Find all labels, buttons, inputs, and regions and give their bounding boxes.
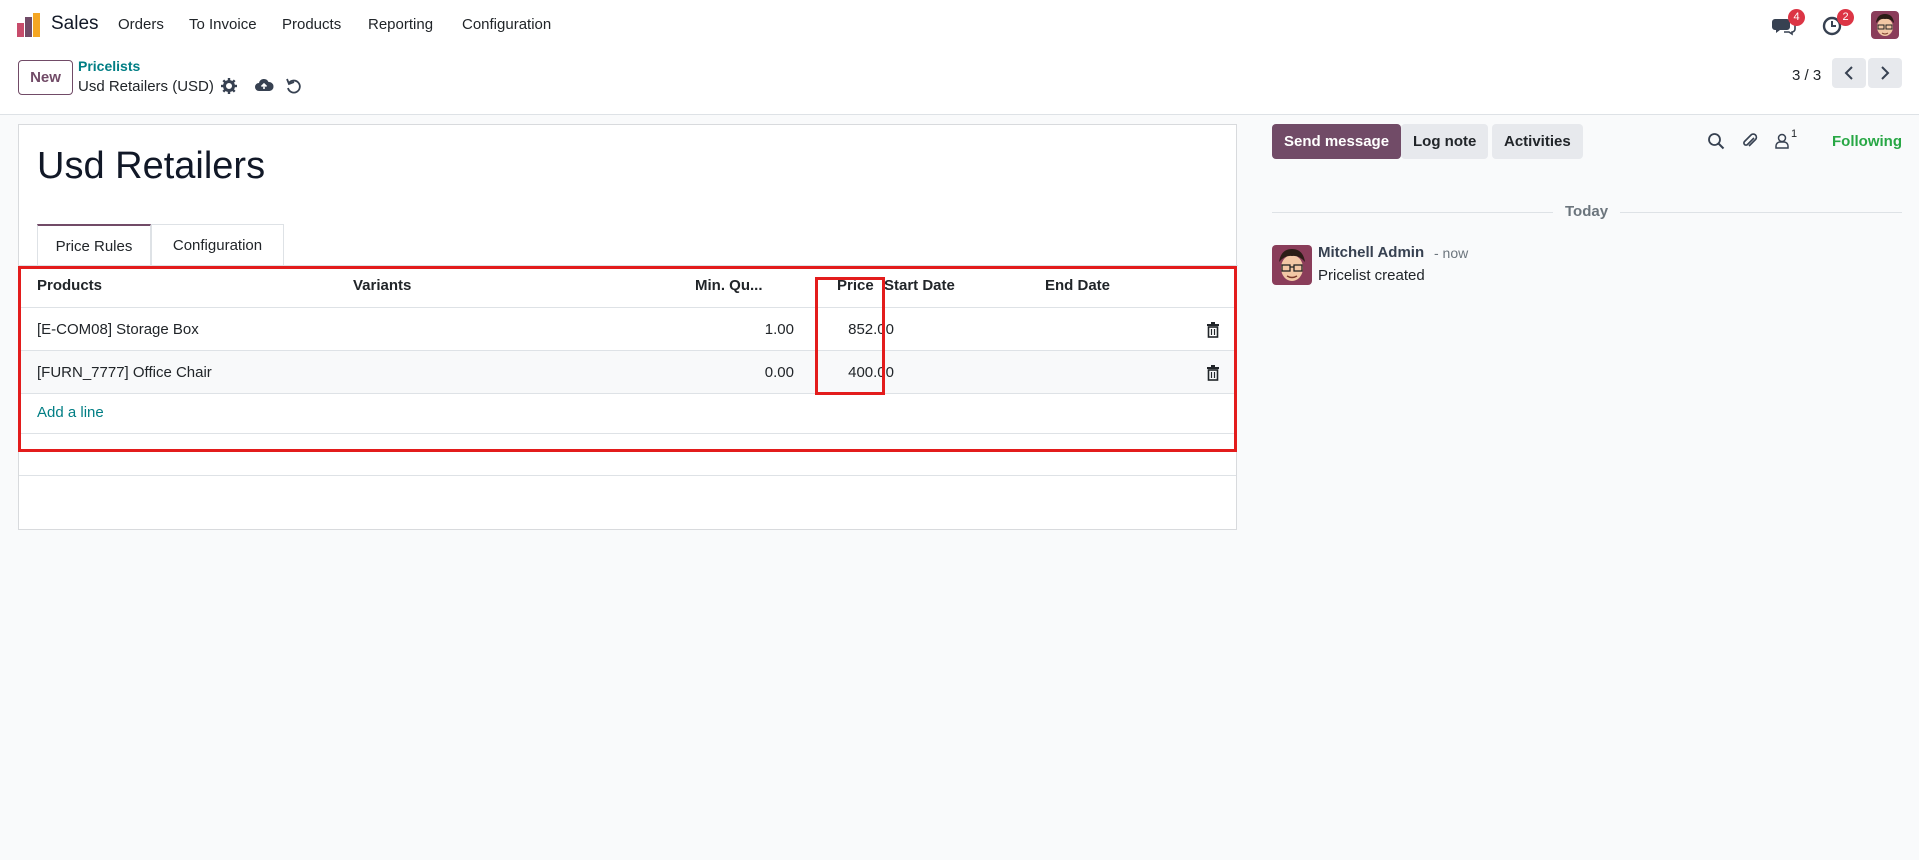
app-logo-icon[interactable] [16,12,42,38]
add-line-row: Add a line [19,393,1236,434]
user-icon [1775,133,1789,149]
message-time: - now [1434,245,1469,261]
breadcrumb-current: Usd Retailers (USD) [78,78,214,95]
gear-icon[interactable] [220,77,238,95]
pager-previous-button[interactable] [1832,58,1866,88]
send-message-button[interactable]: Send message [1272,124,1402,159]
table-row[interactable]: [FURN_7777] Office Chair 0.00 400.00 [19,351,1236,394]
user-avatar[interactable] [1871,11,1899,39]
tab-configuration[interactable]: Configuration [151,224,284,266]
column-price[interactable]: Price [837,266,874,306]
new-button[interactable]: New [18,60,73,95]
app-name[interactable]: Sales [51,13,99,35]
form-sheet: Usd Retailers Price Rules Configuration … [18,124,1238,530]
sheet-divider [19,475,1236,476]
trash-icon[interactable] [1206,322,1220,338]
cloud-upload-icon[interactable] [254,77,274,95]
cell-price[interactable]: 400.00 [799,351,894,394]
pager-next-button[interactable] [1868,58,1902,88]
undo-icon[interactable] [285,77,303,95]
column-products[interactable]: Products [37,266,102,306]
message-avatar[interactable] [1272,245,1312,285]
control-panel: New Pricelists Usd Retailers (USD) 3 / 3 [0,50,1919,115]
messages-badge: 4 [1788,9,1805,26]
top-navbar: Sales Orders To Invoice Products Reporti… [0,0,1919,50]
cell-product[interactable]: [FURN_7777] Office Chair [37,351,212,394]
menu-configuration[interactable]: Configuration [462,16,551,33]
search-icon[interactable] [1707,132,1725,150]
add-line-link[interactable]: Add a line [37,404,104,421]
message-body: Pricelist created [1318,267,1425,284]
column-start-date[interactable]: Start Date [884,266,955,306]
cell-min-qty[interactable]: 1.00 [699,308,794,351]
chevron-right-icon [1881,66,1890,80]
followers-count: 1 [1791,128,1798,140]
breadcrumb-pricelists[interactable]: Pricelists [78,58,140,74]
column-min-qty[interactable]: Min. Qu... [695,266,763,306]
pricelist-title[interactable]: Usd Retailers [37,145,265,188]
trash-icon[interactable] [1206,365,1220,381]
column-variants[interactable]: Variants [353,266,411,306]
cell-price[interactable]: 852.00 [799,308,894,351]
cell-min-qty[interactable]: 0.00 [699,351,794,394]
column-end-date[interactable]: End Date [1045,266,1110,306]
activities-button[interactable]: Activities [1492,124,1583,159]
following-button[interactable]: Following [1832,133,1902,150]
avatar-icon [1871,11,1899,39]
menu-orders[interactable]: Orders [118,16,164,33]
menu-to-invoice[interactable]: To Invoice [189,16,257,33]
log-note-button[interactable]: Log note [1401,124,1489,159]
chevron-left-icon [1844,66,1853,80]
date-separator-label: Today [1553,203,1621,220]
menu-reporting[interactable]: Reporting [368,16,433,33]
tab-price-rules[interactable]: Price Rules [37,224,151,266]
activities-badge: 2 [1837,9,1854,26]
menu-products[interactable]: Products [282,16,341,33]
followers-button[interactable]: 1 [1773,128,1803,152]
messages-button[interactable]: 4 [1771,9,1805,38]
table-row[interactable]: [E-COM08] Storage Box 1.00 852.00 [19,308,1236,351]
message-author[interactable]: Mitchell Admin [1318,244,1424,261]
paperclip-icon[interactable] [1741,132,1759,150]
pager-value[interactable]: 3 / 3 [1792,67,1821,84]
cell-product[interactable]: [E-COM08] Storage Box [37,308,199,351]
activities-button[interactable]: 2 [1820,9,1854,38]
avatar-icon [1272,245,1312,285]
table-header: Products Variants Min. Qu... Price Start… [19,266,1236,308]
